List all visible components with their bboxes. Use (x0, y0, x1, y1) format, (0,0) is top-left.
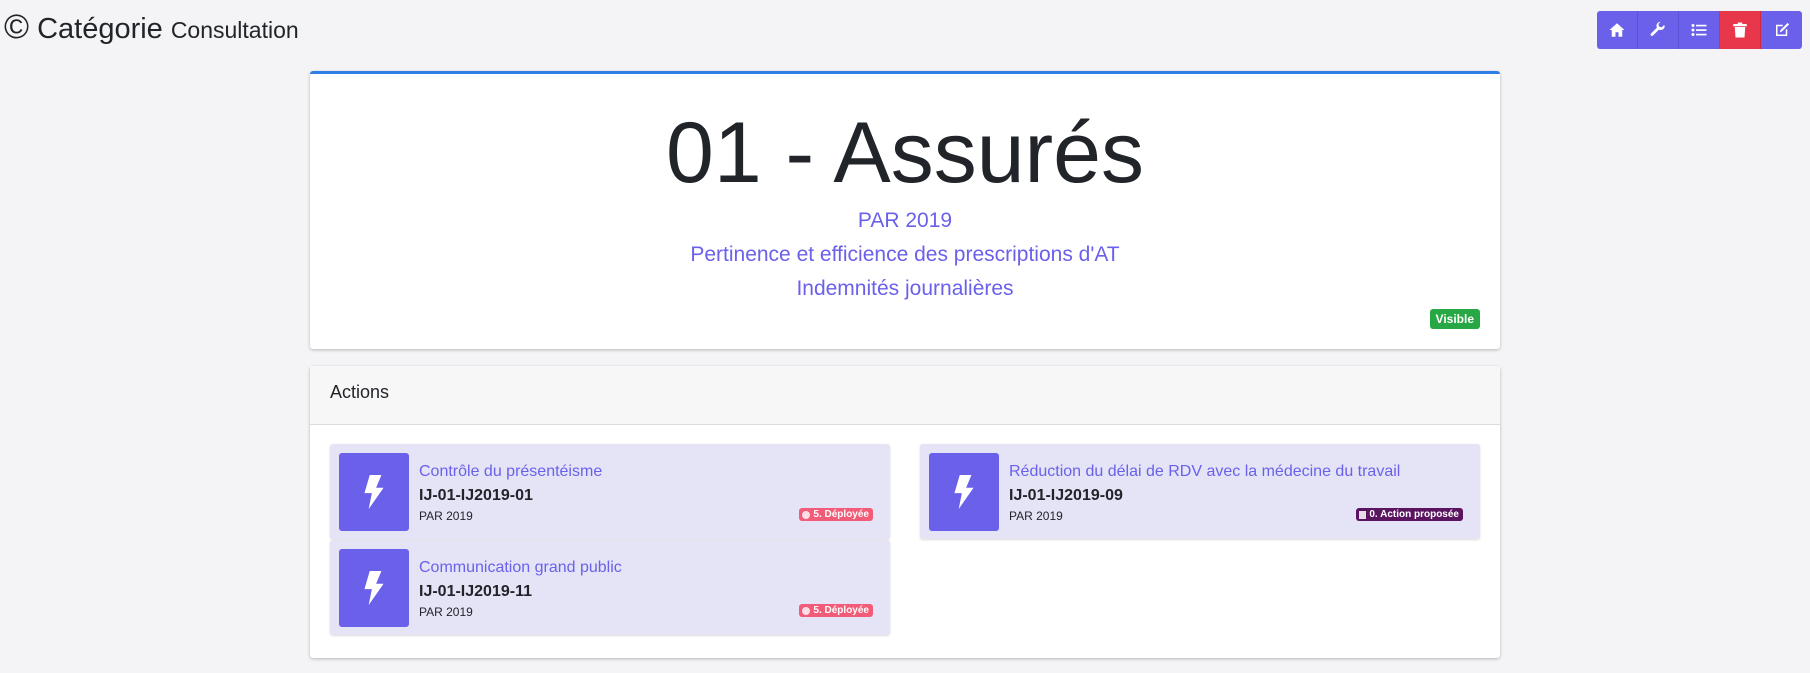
category-program-link[interactable]: PAR 2019 (310, 204, 1500, 238)
list-icon (1691, 24, 1707, 36)
action-code: IJ-01-IJ2019-09 (1009, 487, 1123, 504)
home-icon (1609, 23, 1625, 37)
page-header: © Catégorie Consultation (4, 10, 299, 46)
action-icon-box (339, 549, 409, 627)
action-program: PAR 2019 (419, 605, 473, 619)
action-icon-box (339, 453, 409, 531)
trash-icon (1733, 22, 1747, 38)
action-code: IJ-01-IJ2019-11 (419, 583, 532, 600)
action-title[interactable]: Contrôle du présentéisme (419, 463, 602, 481)
actions-card: Actions Contrôle du présentéisme IJ-01-I… (310, 366, 1500, 658)
visibility-badge: Visible (1429, 309, 1480, 329)
status-dot-icon (802, 510, 811, 519)
category-theme-link[interactable]: Pertinence et efficience des prescriptio… (310, 238, 1500, 272)
action-icon-box (929, 453, 999, 531)
status-badge: 0. Action proposée (1356, 508, 1463, 521)
category-card: 01 - Assurés PAR 2019 Pertinence et effi… (310, 71, 1500, 349)
action-code: IJ-01-IJ2019-01 (419, 487, 533, 504)
action-program: PAR 2019 (419, 509, 473, 523)
category-title: 01 - Assurés (666, 105, 1144, 201)
status-label: 5. Déployée (813, 605, 869, 616)
delete-button[interactable] (1720, 11, 1761, 49)
status-badge: 5. Déployée (799, 508, 873, 521)
settings-button[interactable] (1638, 11, 1679, 49)
toolbar (1597, 11, 1802, 49)
action-item[interactable]: Contrôle du présentéisme IJ-01-IJ2019-01… (330, 444, 890, 539)
status-badge: 5. Déployée (799, 604, 873, 617)
actions-header: Actions (310, 366, 1500, 425)
home-button[interactable] (1597, 11, 1638, 49)
bolt-icon (954, 475, 974, 509)
wrench-icon (1650, 21, 1665, 36)
category-domain-link[interactable]: Indemnités journalières (310, 272, 1500, 306)
bolt-icon (364, 571, 384, 605)
edit-button[interactable] (1761, 11, 1802, 49)
action-title[interactable]: Réduction du délai de RDV avec la médeci… (1009, 463, 1400, 481)
action-program: PAR 2019 (1009, 509, 1063, 523)
copyright-icon: © (4, 8, 30, 46)
page-subtitle: Consultation (170, 17, 299, 43)
status-label: 5. Déployée (813, 509, 869, 520)
status-label: 0. Action proposée (1369, 509, 1459, 520)
bolt-icon (364, 475, 384, 509)
page-title: Catégorie (37, 13, 163, 45)
action-item[interactable]: Communication grand public IJ-01-IJ2019-… (330, 540, 890, 635)
edit-icon (1775, 22, 1789, 36)
list-button[interactable] (1679, 11, 1720, 49)
action-title[interactable]: Communication grand public (419, 559, 622, 577)
document-icon (1359, 510, 1367, 519)
status-dot-icon (802, 606, 811, 615)
action-item[interactable]: Réduction du délai de RDV avec la médeci… (920, 444, 1480, 539)
